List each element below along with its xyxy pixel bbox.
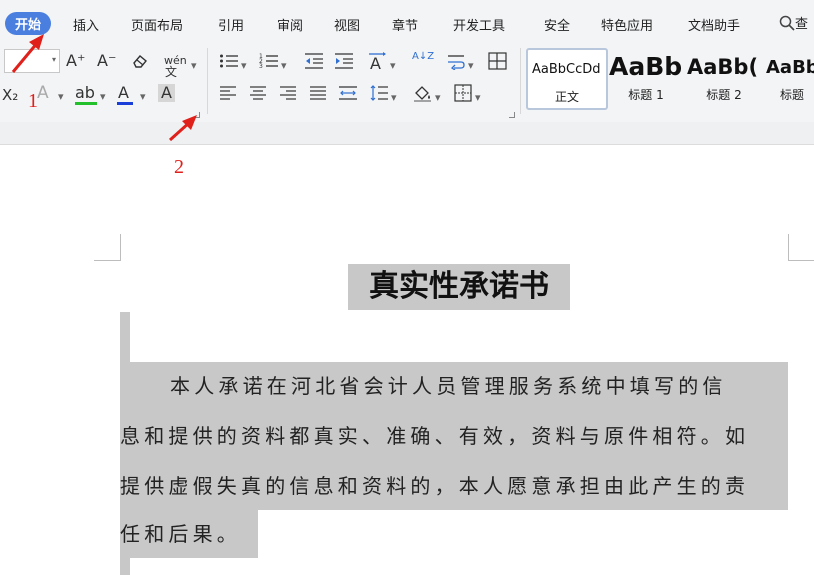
annotation-number-2: 2 bbox=[174, 156, 184, 178]
annotation-arrows bbox=[11, 34, 197, 142]
annotation-number-1: 1 bbox=[28, 90, 38, 112]
document-line[interactable]: 任和后果。 bbox=[120, 520, 241, 548]
document-title[interactable]: 真实性承诺书 bbox=[348, 264, 570, 310]
red-arrow-icon bbox=[168, 115, 197, 142]
selection-highlight bbox=[120, 312, 130, 362]
document-line[interactable]: 本人承诺在河北省会计人员管理服务系统中填写的信 bbox=[170, 372, 727, 400]
selection-highlight bbox=[120, 558, 130, 575]
document-line[interactable]: 息和提供的资料都真实、准确、有效，资料与原件相符。如 bbox=[120, 422, 749, 450]
page-corner-mark bbox=[94, 234, 121, 261]
page-corner-mark bbox=[788, 234, 814, 261]
red-arrow-icon bbox=[11, 34, 44, 73]
document-line[interactable]: 提供虚假失真的信息和资料的，本人愿意承担由此产生的责 bbox=[120, 472, 749, 500]
